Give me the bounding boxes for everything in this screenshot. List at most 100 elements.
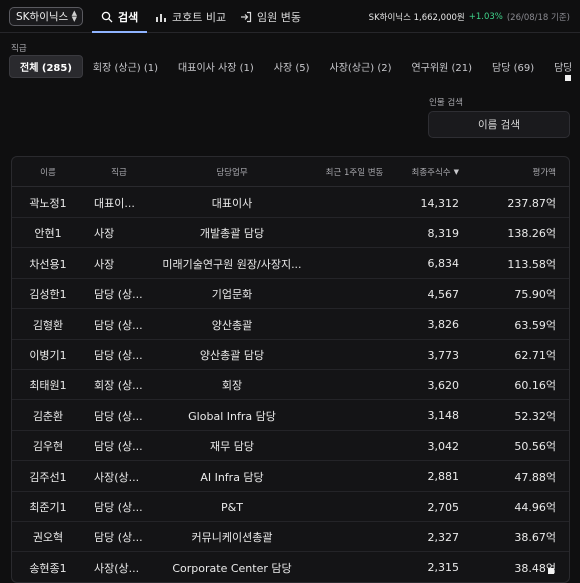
table-row[interactable]: 곽노정1 대표이... 대표이사 14,312 237.87억 xyxy=(12,188,569,218)
table-row[interactable]: 김우현 담당 (상... 재무 담당 3,042 50.56억 xyxy=(12,431,569,462)
name-search-button[interactable]: 이름 검색 xyxy=(428,111,570,138)
cell-valuation: 63.59억 xyxy=(514,318,556,332)
header-valuation[interactable]: 평가액 xyxy=(472,157,556,187)
cell-valuation: 237.87억 xyxy=(507,197,556,210)
cell-final-shares: 3,042 xyxy=(427,439,460,453)
cell-final-shares: 2,315 xyxy=(427,561,460,575)
table-row[interactable]: 김성한1 담당 (상... 기업문화 4,567 75.90억 xyxy=(12,279,569,310)
table-row[interactable]: 안현1 사장 개발총괄 담당 8,319 138.26억 xyxy=(12,218,569,249)
cell-final-shares: 8,319 xyxy=(427,226,460,240)
stock-select[interactable]: SK하이닉스 ▲ ▼ xyxy=(9,7,83,26)
top-bar: SK하이닉스 ▲ ▼ 검색 코호트 비교 임원 변동 SK하이닉스 1,662,0… xyxy=(0,0,580,33)
chip-president-fulltime[interactable]: 사장(상근) (2) xyxy=(320,55,402,78)
table-header: 이름 직급 담당업무 최근 1주일 변동 최종주식수 ▼ 평가액 xyxy=(12,157,569,187)
name-search-label: 인물 검색 xyxy=(429,98,463,108)
cell-position: 담당 (상... xyxy=(94,501,143,514)
chip-research-fellow[interactable]: 연구위원 (21) xyxy=(401,55,482,78)
table-row[interactable]: 이병기1 담당 (상... 양산총괄 담당 3,773 62.71억 xyxy=(12,340,569,370)
header-final-shares[interactable]: 최종주식수 ▼ xyxy=(397,157,460,187)
cell-position: 사장(상... xyxy=(94,561,140,575)
cell-duty: 양산총괄 xyxy=(211,318,253,332)
table-row[interactable]: 권오혁 담당 (상... 커뮤니케이션총괄 2,327 38.67억 xyxy=(12,522,569,553)
header-name[interactable]: 이름 xyxy=(12,157,84,187)
cell-weekly-change xyxy=(312,522,397,552)
position-filter-chips: 전체 (285) 회장 (상근) (1) 대표이사 사장 (1) 사장 (5) … xyxy=(9,55,571,80)
cell-duty: 회장 xyxy=(221,379,243,393)
cell-name: 최준기1 xyxy=(29,501,67,514)
cell-final-shares: 3,826 xyxy=(427,318,460,332)
chip-all[interactable]: 전체 (285) xyxy=(9,55,83,78)
cell-final-shares: 14,312 xyxy=(420,196,460,210)
cell-name: 이병기1 xyxy=(29,349,67,362)
cell-duty: AI Infra 담당 xyxy=(200,470,264,484)
up-down-chevron-icon: ▲ ▼ xyxy=(71,9,77,23)
tab-executive-label: 임원 변동 xyxy=(257,10,301,24)
cell-duty: P&T xyxy=(221,500,243,514)
cell-weekly-change xyxy=(312,340,397,370)
table-row[interactable]: 김형환 담당 (상... 양산총괄 3,826 63.59억 xyxy=(12,310,569,340)
stock-select-value: SK하이닉스 xyxy=(16,11,69,23)
cell-final-shares: 3,620 xyxy=(427,378,460,392)
cell-valuation: 60.16억 xyxy=(514,379,556,393)
cell-weekly-change xyxy=(312,462,397,492)
cell-name: 김형환 xyxy=(32,318,64,332)
search-icon xyxy=(101,11,113,23)
cell-valuation: 38.48억 xyxy=(514,561,556,575)
header-final-shares-label: 최종주식수 xyxy=(411,168,451,178)
cell-duty: 재무 담당 xyxy=(210,440,254,454)
header-position[interactable]: 직급 xyxy=(92,157,144,187)
cell-weekly-change xyxy=(312,370,397,400)
scroll-handle[interactable] xyxy=(565,75,571,81)
cell-final-shares: 3,148 xyxy=(427,409,460,423)
cell-name: 최태원1 xyxy=(29,379,67,393)
chip-president[interactable]: 사장 (5) xyxy=(264,55,320,78)
cell-name: 권오혁 xyxy=(32,531,64,545)
cell-duty: 대표이사 xyxy=(211,197,253,210)
cell-position: 사장(상... xyxy=(94,470,140,484)
sort-desc-icon: ▼ xyxy=(453,168,459,176)
login-arrow-icon xyxy=(240,11,252,23)
tab-search[interactable]: 검색 xyxy=(91,0,148,33)
tab-search-label: 검색 xyxy=(118,10,139,24)
chip-ceo-president[interactable]: 대표이사 사장 (1) xyxy=(168,55,264,78)
table-row[interactable]: 차선용1 사장 미래기술연구원 원장/사장지... 6,834 113.58억 xyxy=(12,249,569,279)
header-duty[interactable]: 담당업무 xyxy=(152,157,312,187)
tab-cohort-compare[interactable]: 코호트 비교 xyxy=(155,0,226,33)
cell-position: 담당 (상... xyxy=(94,318,143,332)
table-row[interactable]: 최준기1 담당 (상... P&T 2,705 44.96억 xyxy=(12,492,569,522)
scroll-handle[interactable] xyxy=(548,568,554,574)
table-row[interactable]: 최태원1 회장 (상... 회장 3,620 60.16억 xyxy=(12,370,569,401)
cell-name: 차선용1 xyxy=(29,257,67,271)
cell-position: 사장 xyxy=(94,227,115,241)
cell-final-shares: 2,705 xyxy=(427,500,460,514)
cell-weekly-change xyxy=(312,188,397,218)
cell-weekly-change xyxy=(312,218,397,248)
tab-executive-changes[interactable]: 임원 변동 xyxy=(240,0,301,33)
executives-table: 이름 직급 담당업무 최근 1주일 변동 최종주식수 ▼ 평가액 곽노정1 대표이… xyxy=(11,156,570,583)
chip-chairman[interactable]: 회장 (상근) (1) xyxy=(83,55,168,78)
cell-name: 김성한1 xyxy=(29,288,67,302)
ticker-change: +1.03% xyxy=(468,11,503,22)
table-row[interactable]: 송현종1 사장(상... Corporate Center 담당 2,315 38.48… xyxy=(12,553,569,582)
table-row[interactable]: 김주선1 사장(상... AI Infra 담당 2,881 47.88억 xyxy=(12,462,569,492)
cell-weekly-change xyxy=(312,401,397,431)
cell-valuation: 75.90억 xyxy=(514,288,556,302)
cell-final-shares: 2,881 xyxy=(427,470,460,484)
cell-valuation: 113.58억 xyxy=(507,257,556,271)
cell-valuation: 44.96억 xyxy=(514,501,556,514)
cell-position: 회장 (상... xyxy=(94,379,143,393)
cell-valuation: 50.56억 xyxy=(514,440,556,454)
cell-valuation: 52.32억 xyxy=(514,409,556,423)
chip-manager[interactable]: 담당 (69) xyxy=(482,55,544,78)
ticker-date: (26/08/18 기준) xyxy=(506,12,570,23)
cell-weekly-change xyxy=(312,249,397,279)
cell-final-shares: 3,773 xyxy=(427,348,460,362)
cell-duty: 개발총괄 담당 xyxy=(199,227,265,241)
cell-weekly-change xyxy=(312,431,397,461)
cell-name: 곽노정1 xyxy=(29,197,67,210)
cell-duty: 기업문화 xyxy=(211,288,253,302)
cell-valuation: 138.26억 xyxy=(507,227,556,241)
cell-name: 김우현 xyxy=(32,440,64,454)
header-weekly-change[interactable]: 최근 1주일 변동 xyxy=(312,157,397,187)
table-row[interactable]: 김춘환 담당 (상... Global Infra 담당 3,148 52.32억 xyxy=(12,401,569,431)
